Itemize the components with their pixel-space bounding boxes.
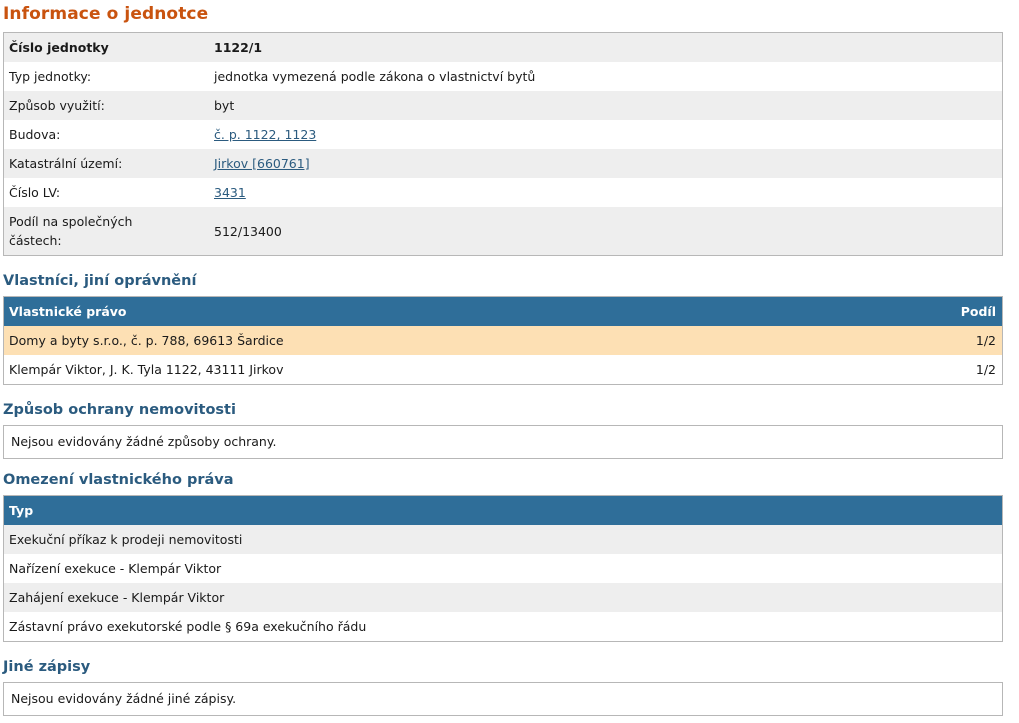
cadastral-area-label: Katastrální území: [4, 149, 209, 178]
restrictions-title: Omezení vlastnického práva [3, 472, 234, 488]
other-title: Jiné zápisy [3, 659, 91, 675]
restriction-row[interactable]: Zástavní právo exekutorské podle § 69a e… [4, 612, 1002, 641]
lv-number-link[interactable]: 3431 [214, 185, 246, 200]
usage-row: Způsob využití: byt [4, 91, 1002, 120]
restriction-type: Zástavní právo exekutorské podle § 69a e… [4, 612, 1002, 641]
cadastral-area-row: Katastrální území: Jirkov [660761] [4, 149, 1002, 178]
unit-detail-page: Informace o jednotce Číslo jednotky 1122… [0, 0, 1019, 723]
owner-row[interactable]: Klempár Viktor, J. K. Tyla 1122, 43111 J… [4, 355, 1002, 384]
unit-number-value: 1122/1 [209, 33, 1002, 62]
cadastral-area-link[interactable]: Jirkov [660761] [214, 156, 310, 171]
usage-value: byt [209, 91, 1002, 120]
unit-info-table: Číslo jednotky 1122/1 Typ jednotky: jedn… [3, 32, 1003, 256]
owner-share: 1/2 [911, 326, 1002, 355]
usage-label: Způsob využití: [4, 91, 209, 120]
owners-header-row: Vlastnické právo Podíl [4, 297, 1002, 326]
owner-share: 1/2 [911, 355, 1002, 384]
unit-type-row: Typ jednotky: jednotka vymezená podle zá… [4, 62, 1002, 91]
owner-row[interactable]: Domy a byty s.r.o., č. p. 788, 69613 Šar… [4, 326, 1002, 355]
unit-number-row: Číslo jednotky 1122/1 [4, 33, 1002, 62]
building-link[interactable]: č. p. 1122, 1123 [214, 127, 316, 142]
restriction-row[interactable]: Zahájení exekuce - Klempár Viktor [4, 583, 1002, 612]
other-message: Nejsou evidovány žádné jiné zápisy. [3, 682, 1003, 716]
owners-title: Vlastníci, jiní oprávnění [3, 273, 197, 289]
restriction-row[interactable]: Nařízení exekuce - Klempár Viktor [4, 554, 1002, 583]
unit-number-label: Číslo jednotky [4, 33, 209, 62]
lv-number-label: Číslo LV: [4, 178, 209, 207]
owners-col-share: Podíl [911, 297, 1002, 326]
restrictions-table: Typ Exekuční příkaz k prodeji nemovitost… [3, 495, 1003, 642]
unit-info-title: Informace o jednotce [3, 4, 209, 24]
restrictions-header-row: Typ [4, 496, 1002, 525]
owner-name: Domy a byty s.r.o., č. p. 788, 69613 Šar… [4, 326, 911, 355]
restriction-type: Zahájení exekuce - Klempár Viktor [4, 583, 1002, 612]
building-row: Budova: č. p. 1122, 1123 [4, 120, 1002, 149]
restriction-row[interactable]: Exekuční příkaz k prodeji nemovitosti [4, 525, 1002, 554]
common-share-label: Podíl na společných částech: [4, 207, 209, 255]
restriction-type: Exekuční příkaz k prodeji nemovitosti [4, 525, 1002, 554]
unit-type-value: jednotka vymezená podle zákona o vlastni… [209, 62, 1002, 91]
owners-col-right: Vlastnické právo [4, 297, 911, 326]
common-share-value: 512/13400 [209, 207, 1002, 255]
owners-table: Vlastnické právo Podíl Domy a byty s.r.o… [3, 296, 1003, 385]
protection-message: Nejsou evidovány žádné způsoby ochrany. [3, 425, 1003, 459]
building-label: Budova: [4, 120, 209, 149]
restrictions-col-type: Typ [4, 496, 1002, 525]
owner-name: Klempár Viktor, J. K. Tyla 1122, 43111 J… [4, 355, 911, 384]
protection-title: Způsob ochrany nemovitosti [3, 402, 236, 418]
unit-type-label: Typ jednotky: [4, 62, 209, 91]
lv-number-row: Číslo LV: 3431 [4, 178, 1002, 207]
common-share-row: Podíl na společných částech: 512/13400 [4, 207, 1002, 255]
restriction-type: Nařízení exekuce - Klempár Viktor [4, 554, 1002, 583]
